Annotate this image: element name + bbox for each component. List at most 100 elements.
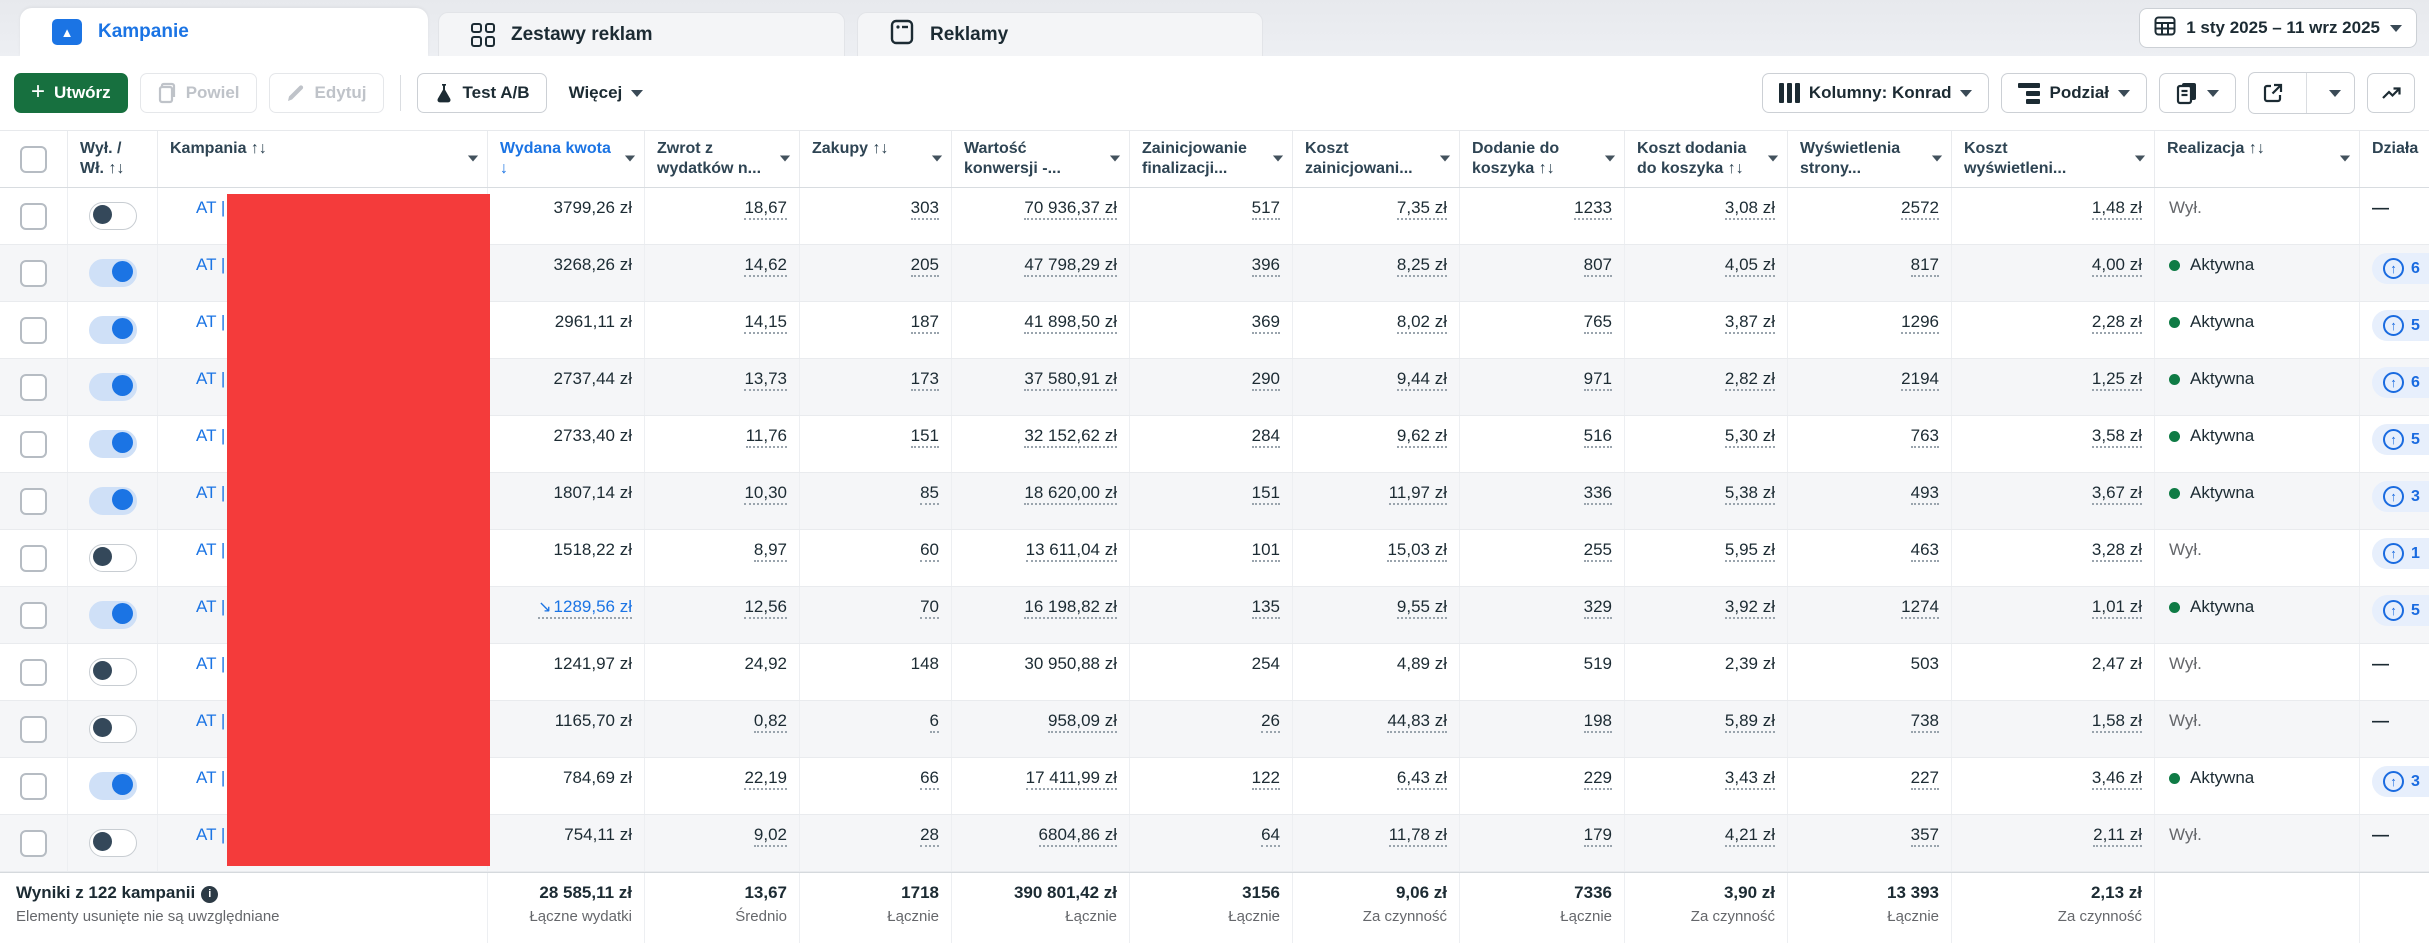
campaign-name[interactable]: AT | xyxy=(196,768,225,787)
column-filter-caret-icon[interactable] xyxy=(1109,155,1121,162)
row-toggle-cell xyxy=(68,815,158,871)
columns-button[interactable]: Kolumny: Konrad xyxy=(1761,73,1990,113)
actions-badge[interactable]: ↑ 6 xyxy=(2372,367,2429,398)
more-button[interactable]: Więcej xyxy=(559,73,654,113)
charts-button[interactable] xyxy=(2367,73,2415,113)
row-checkbox[interactable] xyxy=(20,829,47,857)
tab-campaigns[interactable]: ▲ Kampanie xyxy=(20,8,428,56)
delivery-status: Wył. xyxy=(2169,198,2202,217)
export-button[interactable] xyxy=(2249,73,2297,113)
row-checkbox[interactable] xyxy=(20,259,47,287)
column-header-delivery[interactable]: Realizacja ↑↓ xyxy=(2155,131,2360,187)
row-checkbox[interactable] xyxy=(20,430,47,458)
campaign-toggle[interactable] xyxy=(88,715,137,743)
campaign-name[interactable]: AT | xyxy=(196,198,225,217)
column-header-roas[interactable]: Zwrot z wydatków n... xyxy=(645,131,800,187)
redaction-overlay xyxy=(227,194,490,866)
reports-button[interactable] xyxy=(2159,73,2236,113)
column-header-campaign[interactable]: Kampania ↑↓ xyxy=(158,131,488,187)
tab-ads[interactable]: Reklamy xyxy=(857,12,1263,56)
campaign-name[interactable]: AT | xyxy=(196,825,225,844)
actions-badge[interactable]: ↑ 5 xyxy=(2372,310,2429,341)
row-checkbox[interactable] xyxy=(20,601,47,629)
column-header-cost_init[interactable]: Koszt zainicjowani... xyxy=(1293,131,1460,187)
column-header-toggle[interactable]: Wył. / Wł. ↑↓ xyxy=(68,131,158,187)
metric-cell-conv_value: 37 580,91 zł xyxy=(952,359,1130,415)
row-checkbox[interactable] xyxy=(20,487,47,515)
campaign-name[interactable]: AT | xyxy=(196,711,225,730)
column-header-cost_atc[interactable]: Koszt dodania do koszyka ↑↓ xyxy=(1625,131,1788,187)
campaign-name[interactable]: AT | xyxy=(196,426,225,445)
column-header-add_to_cart[interactable]: Dodanie do koszyka ↑↓ xyxy=(1460,131,1625,187)
actions-cell: ↑ 5 xyxy=(2360,302,2429,358)
campaign-toggle[interactable] xyxy=(88,829,137,857)
campaign-toggle[interactable] xyxy=(88,430,137,458)
column-filter-caret-icon[interactable] xyxy=(931,155,943,162)
campaign-toggle[interactable] xyxy=(88,658,137,686)
row-checkbox[interactable] xyxy=(20,658,47,686)
column-label: Koszt dodania xyxy=(1637,140,1747,157)
campaign-name[interactable]: AT | xyxy=(196,540,225,559)
campaign-name[interactable]: AT | xyxy=(196,312,225,331)
row-checkbox[interactable] xyxy=(20,715,47,743)
breakdown-button[interactable]: Podział xyxy=(2001,73,2147,113)
column-header-spent[interactable]: Wydana kwota ↓ xyxy=(488,131,645,187)
campaign-toggle[interactable] xyxy=(88,259,137,287)
column-filter-caret-icon[interactable] xyxy=(1272,155,1284,162)
column-filter-caret-icon[interactable] xyxy=(624,155,636,162)
campaign-name[interactable]: AT | xyxy=(196,255,225,274)
actions-badge[interactable]: ↑ 1 xyxy=(2372,538,2429,569)
row-checkbox[interactable] xyxy=(20,202,47,230)
campaign-toggle[interactable] xyxy=(88,316,137,344)
info-icon[interactable]: i xyxy=(201,885,219,903)
column-header-cost_views[interactable]: Koszt wyświetleni... xyxy=(1952,131,2155,187)
campaign-toggle[interactable] xyxy=(88,202,137,230)
row-checkbox[interactable] xyxy=(20,544,47,572)
column-header-purchases[interactable]: Zakupy ↑↓ xyxy=(800,131,952,187)
campaign-toggle[interactable] xyxy=(88,373,137,401)
column-filter-caret-icon[interactable] xyxy=(2134,155,2146,162)
actions-badge[interactable]: ↑ 5 xyxy=(2372,595,2429,626)
ads-manager-screen: ▲ Kampanie Zestawy reklam Reklamy 1 sty … xyxy=(0,0,2429,943)
column-filter-caret-icon[interactable] xyxy=(467,155,479,162)
campaign-name[interactable]: AT | xyxy=(196,369,225,388)
column-header-actions[interactable]: Działa xyxy=(2360,131,2429,187)
campaign-name[interactable]: AT | xyxy=(196,483,225,502)
select-all-checkbox[interactable] xyxy=(20,145,47,173)
duplicate-button[interactable]: Powiel xyxy=(139,73,257,113)
actions-badge[interactable]: ↑ 5 xyxy=(2372,424,2429,455)
campaign-toggle[interactable] xyxy=(88,601,137,629)
tab-ad-sets[interactable]: Zestawy reklam xyxy=(438,12,845,56)
column-filter-caret-icon[interactable] xyxy=(1931,155,1943,162)
column-filter-caret-icon[interactable] xyxy=(1604,155,1616,162)
export-menu-button[interactable] xyxy=(2316,73,2354,113)
actions-badge[interactable]: ↑ 6 xyxy=(2372,253,2429,284)
column-header-checkout_init[interactable]: Zainicjowanie finalizacji... xyxy=(1130,131,1293,187)
spent-trend-link[interactable]: ↘ 1289,56 zł xyxy=(538,597,632,619)
column-filter-caret-icon[interactable] xyxy=(1439,155,1451,162)
row-checkbox[interactable] xyxy=(20,316,47,344)
campaign-toggle[interactable] xyxy=(88,487,137,515)
campaign-toggle[interactable] xyxy=(88,544,137,572)
metric-cell-add_to_cart: 255 xyxy=(1460,530,1625,586)
column-header-conv_value[interactable]: Wartość konwersji -... xyxy=(952,131,1130,187)
actions-badge[interactable]: ↑ 3 xyxy=(2372,481,2429,512)
column-filter-caret-icon[interactable] xyxy=(779,155,791,162)
spent-cell: 1807,14 zł xyxy=(488,473,645,529)
ab-test-button[interactable]: Test A/B xyxy=(416,73,547,113)
actions-badge[interactable]: ↑ 3 xyxy=(2372,766,2429,797)
row-select-cell xyxy=(0,644,68,700)
summary-cell: 7336 Łącznie xyxy=(1460,873,1625,943)
edit-button[interactable]: Edytuj xyxy=(268,73,384,113)
column-filter-caret-icon[interactable] xyxy=(2339,155,2351,162)
column-header-page_views[interactable]: Wyświetlenia strony... xyxy=(1788,131,1952,187)
campaign-name[interactable]: AT | xyxy=(196,597,225,616)
date-range-button[interactable]: 1 sty 2025 – 11 wrz 2025 xyxy=(2139,8,2417,48)
column-header-select[interactable] xyxy=(0,131,68,187)
campaign-name[interactable]: AT | xyxy=(196,654,225,673)
row-checkbox[interactable] xyxy=(20,772,47,800)
row-checkbox[interactable] xyxy=(20,373,47,401)
campaign-toggle[interactable] xyxy=(88,772,137,800)
create-button[interactable]: + Utwórz xyxy=(14,73,128,113)
column-filter-caret-icon[interactable] xyxy=(1767,155,1779,162)
